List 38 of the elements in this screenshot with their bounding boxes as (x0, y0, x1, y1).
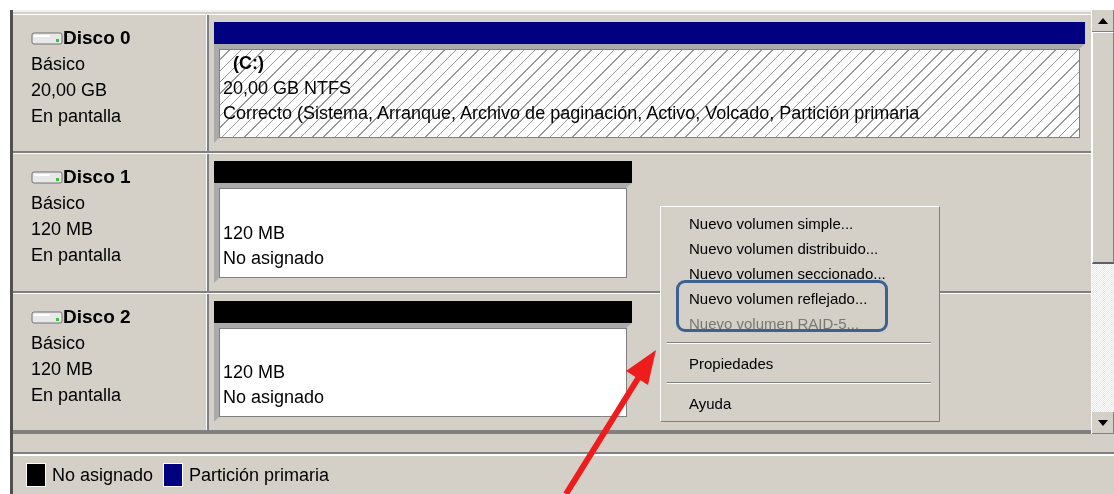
disk-type: Básico (31, 192, 87, 216)
legend-label: No asignado (52, 464, 154, 486)
legend-label: Partición primaria (189, 464, 330, 486)
up-triangle-icon (1097, 17, 1108, 24)
disk-status: En pantalla (31, 244, 123, 268)
scroll-up-button[interactable] (1092, 10, 1114, 32)
menu-item[interactable]: Nuevo volumen distribuido... (665, 236, 933, 261)
disk-type: Básico (31, 331, 87, 355)
volume-label: (C:) (233, 52, 264, 75)
disk-size: 120 MB (31, 218, 95, 242)
menu-item[interactable]: Nuevo volumen simple... (665, 211, 933, 236)
menu-item[interactable]: Nuevo volumen seccionado... (665, 261, 933, 286)
disk-size: 20,00 GB (31, 79, 109, 102)
partition-status: Correcto (Sistema, Arranque, Archivo de paginación, Activo, Volcado, Partición primaria (223, 102, 920, 125)
partition-block[interactable]: 120 MB No asignado (214, 322, 632, 422)
disk-status: En pantalla (31, 105, 123, 128)
partition-block[interactable]: 120 MB No asignado (214, 183, 632, 283)
disk-size: 120 MB (31, 357, 95, 381)
disk-status: En pantalla (31, 383, 123, 407)
partition-status: No asignado (223, 386, 325, 409)
disk-name: Disco 2 (63, 304, 131, 329)
down-triangle-icon (1097, 419, 1108, 426)
drive-icon (31, 308, 63, 325)
drive-icon (31, 30, 63, 46)
disk-name: Disco 1 (63, 165, 131, 190)
disk-type: Básico (31, 53, 87, 76)
partition-block[interactable]: (C:) 20,00 GB NTFS Correcto (Sistema, Arranque, Archivo de paginación, Activo, Volcado, Partición primaria (214, 44, 1085, 144)
partition-size: 120 MB (223, 221, 286, 245)
partition-status: No asignado (223, 246, 325, 270)
menu-item[interactable]: Propiedades (665, 351, 933, 376)
partition-size: 120 MB (223, 361, 286, 384)
disk-name: Disco 0 (63, 26, 131, 50)
drive-icon (31, 169, 63, 186)
menu-item[interactable]: Nuevo volumen reflejado... (665, 286, 933, 311)
scroll-thumb[interactable] (1092, 32, 1114, 264)
partition-size: 20,00 GB NTFS (223, 77, 352, 100)
scroll-down-button[interactable] (1092, 412, 1114, 434)
menu-item[interactable]: Ayuda (665, 391, 933, 416)
